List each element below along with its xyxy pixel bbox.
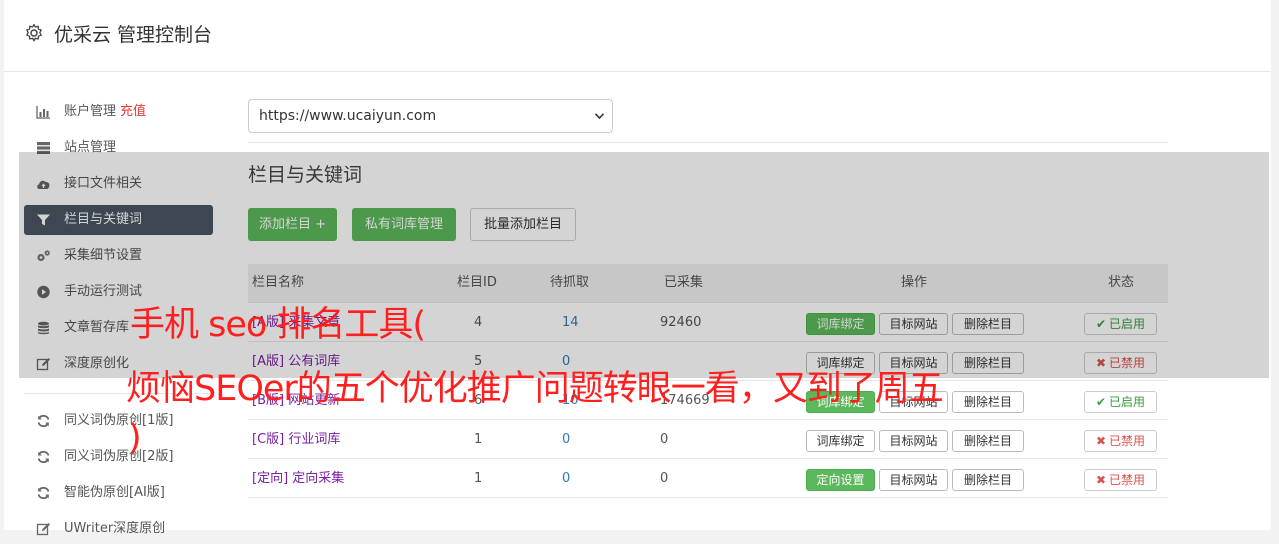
status-toggle[interactable]: ✖ 已禁用 [1084,469,1157,491]
sidebar-item-ai-original[interactable]: 智能伪原创[AI版] [24,478,213,508]
gear-icon [26,23,42,42]
collected-count-cell: 0 [660,432,669,447]
chevron-down-icon [595,113,604,119]
divider [248,142,1168,143]
bar-chart-icon [36,106,50,119]
site-select-value: https://www.ucaiyun.com [259,108,437,124]
pending-count-cell[interactable]: 0 [562,459,570,498]
lexicon-bind-button[interactable]: 定向设置 [806,469,875,491]
status-toggle[interactable]: ✖ 已禁用 [1084,430,1157,452]
scrollbar-gutter[interactable] [1271,0,1279,530]
pending-count-cell[interactable]: 0 [562,420,570,459]
refresh-icon [37,486,50,500]
page: 优采云 管理控制台 账户管理 充值 站点管理 接口文件相关 栏目与关键词 采集细节… [4,0,1275,536]
close-icon: ✖ [1095,473,1107,487]
overlay-caption-line1: 手机 seo 排名工具( [130,305,426,345]
sidebar-item-label: 同义词伪原创[2版] [64,449,174,464]
target-site-button[interactable]: 目标网站 [879,469,948,491]
status-toggle[interactable]: ✔ 已启用 [1084,391,1157,413]
table-bottom-border [248,497,1168,498]
lexicon-bind-button[interactable]: 词库绑定 [806,430,875,452]
column-type-tag: [定向] [252,471,289,486]
column-id-cell: 1 [474,432,483,447]
site-select[interactable]: https://www.ucaiyun.com [248,99,613,133]
column-name: 行业词库 [288,432,341,447]
edit-icon [36,523,50,536]
column-name: 定向采集 [292,471,345,486]
table-row: [C版] 行业词库 1 0 0 词库绑定 目标网站 删除栏目 ✖ 已禁用 [248,419,1168,458]
column-name-cell[interactable]: [C版] 行业词库 [252,420,340,459]
refresh-icon [37,414,50,428]
delete-column-button[interactable]: 删除栏目 [952,469,1024,491]
column-id-cell: 1 [474,471,483,486]
table-row: [定向] 定向采集 1 0 0 定向设置 目标网站 删除栏目 ✖ 已禁用 [248,458,1168,497]
sidebar-item-label: UWriter深度原创 [64,521,166,536]
sidebar-item-label: 账户管理 [64,104,117,119]
status-label: 已禁用 [1109,434,1146,448]
sidebar-item-account[interactable]: 账户管理 充值 [24,97,213,127]
recharge-link[interactable]: 充值 [120,104,146,119]
delete-column-button[interactable]: 删除栏目 [952,430,1024,452]
app-header: 优采云 管理控制台 [4,0,1275,72]
column-type-tag: [C版] [252,432,285,447]
target-site-button[interactable]: 目标网站 [879,430,948,452]
refresh-icon [37,450,50,464]
close-icon: ✖ [1095,434,1107,448]
overlay-caption-line2: 烦恼SEOer的五个优化推广问题转眼一看，又到了周五 [126,369,944,409]
status-label: 已禁用 [1109,473,1146,487]
overlay-caption-line3: ) [128,418,142,458]
status-label: 已启用 [1109,395,1146,409]
sidebar-item-label: 智能伪原创[AI版] [64,485,165,500]
app-title: 优采云 管理控制台 [54,24,213,46]
sidebar-item-synonym-v2[interactable]: 同义词伪原创[2版] [24,442,213,472]
check-icon: ✔ [1095,395,1107,409]
collected-count-cell: 0 [660,471,669,486]
column-name-cell[interactable]: [定向] 定向采集 [252,459,344,498]
delete-column-button[interactable]: 删除栏目 [952,391,1024,413]
sidebar-item-uwriter[interactable]: UWriter深度原创 [24,514,213,544]
